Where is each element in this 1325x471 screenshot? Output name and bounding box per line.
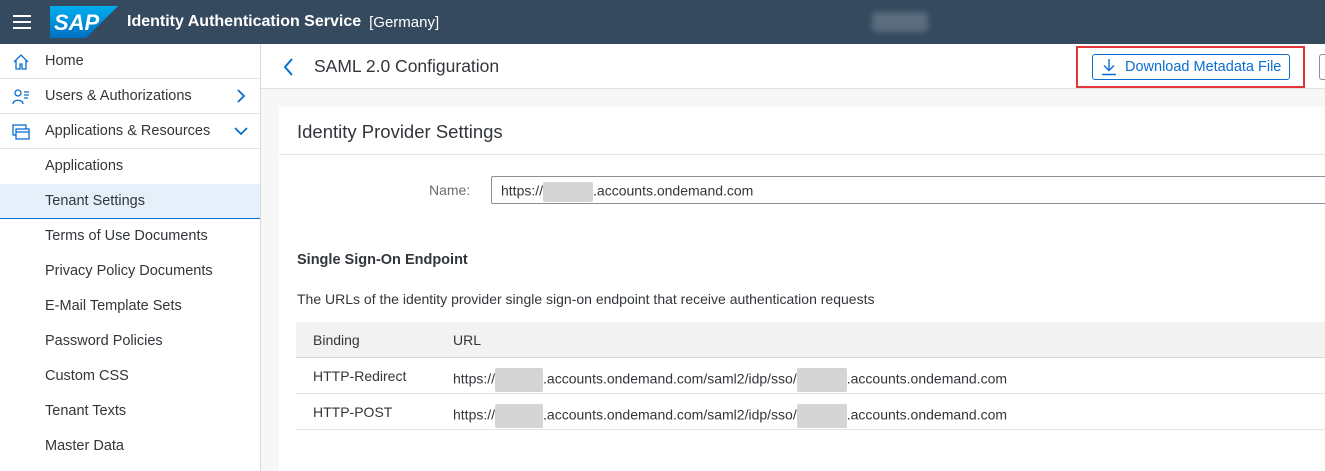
redacted-block: [796, 368, 847, 392]
column-header-url: URL: [453, 332, 482, 348]
name-prefix: https://: [501, 182, 544, 199]
overflow-button[interactable]: [1319, 54, 1325, 80]
app-title: Identity Authentication Service: [127, 13, 362, 30]
table-row[interactable]: HTTP-POST https:// .accounts.ondemand.com…: [296, 394, 1325, 430]
chevron-right-icon[interactable]: [234, 88, 248, 104]
url-prefix: https://: [453, 370, 496, 387]
sidebar-item-label: Applications & Resources: [45, 123, 211, 139]
shell-bar: SAP Identity Authentication Service [Ger…: [0, 0, 1325, 44]
sidebar-subitem-applications[interactable]: Applications: [0, 149, 260, 184]
url-mid: .accounts.ondemand.com/saml2/idp/sso/: [543, 406, 797, 423]
sidebar-subitem-label: Privacy Policy Documents: [45, 263, 213, 279]
sidebar-subitem-terms-of-use[interactable]: Terms of Use Documents: [0, 219, 260, 254]
sidebar-subitem-tenant-settings[interactable]: Tenant Settings: [0, 184, 260, 219]
sidebar-subitem-label: Master Data: [45, 438, 124, 454]
sidebar-subitem-tenant-texts[interactable]: Tenant Texts: [0, 394, 260, 429]
url-mid: .accounts.ondemand.com/saml2/idp/sso/: [543, 370, 797, 387]
sso-table: Binding URL HTTP-Redirect https:// .accou…: [296, 322, 1325, 430]
binding-cell: HTTP-Redirect: [313, 368, 407, 384]
sidebar-subitem-password-policies[interactable]: Password Policies: [0, 324, 260, 359]
sidebar-subitem-master-data[interactable]: Master Data: [0, 429, 260, 464]
sap-brand-text: SAP: [54, 10, 100, 35]
applications-icon: [12, 124, 30, 140]
url-suffix: .accounts.ondemand.com: [846, 370, 1008, 387]
redacted-block: [495, 368, 544, 392]
home-icon: [13, 54, 29, 70]
sidebar-subitem-email-templates[interactable]: E-Mail Template Sets: [0, 289, 260, 324]
name-suffix: .accounts.ondemand.com: [593, 182, 754, 199]
sidebar-subitem-label: Terms of Use Documents: [45, 228, 208, 244]
sidebar-item-home[interactable]: Home: [0, 44, 260, 79]
url-prefix: https://: [453, 406, 496, 423]
menu-icon[interactable]: [0, 0, 44, 44]
url-suffix: .accounts.ondemand.com: [846, 406, 1008, 423]
name-label: Name:: [429, 182, 471, 198]
sidebar-item-users-authorizations[interactable]: Users & Authorizations: [0, 79, 260, 114]
url-cell: https:// .accounts.ondemand.com/saml2/idp…: [453, 404, 1007, 428]
table-row[interactable]: HTTP-Redirect https:// .accounts.ondemand…: [296, 358, 1325, 394]
table-header: Binding URL: [296, 322, 1325, 358]
name-field[interactable]: https:// .accounts.ondemand.com: [491, 176, 1325, 204]
chevron-down-icon[interactable]: [234, 123, 248, 139]
sidebar-subitem-label: Tenant Texts: [45, 403, 127, 419]
binding-cell: HTTP-POST: [313, 404, 393, 420]
column-header-binding: Binding: [313, 332, 360, 348]
back-icon[interactable]: [279, 56, 299, 78]
sidebar-subitem-label: Custom CSS: [45, 368, 129, 384]
sidebar-subitem-privacy-policy[interactable]: Privacy Policy Documents: [0, 254, 260, 289]
redacted-block: [495, 404, 544, 428]
tenant-label: [Germany]: [369, 13, 440, 31]
sidebar-subitem-label: Tenant Settings: [45, 193, 145, 209]
sidebar-subitem-label: E-Mail Template Sets: [45, 298, 182, 314]
url-cell: https:// .accounts.ondemand.com/saml2/idp…: [453, 368, 1007, 392]
sidebar-subitem-label: Password Policies: [45, 333, 163, 349]
users-icon: [12, 89, 29, 105]
sidebar-item-label: Users & Authorizations: [45, 88, 192, 104]
sso-description: The URLs of the identity provider single…: [297, 291, 875, 307]
download-metadata-label: Download Metadata File: [1125, 59, 1282, 75]
panel-title: Identity Provider Settings: [297, 121, 503, 142]
page-header: SAML 2.0 Configuration Download Metadata…: [261, 44, 1325, 89]
sap-logo[interactable]: SAP: [50, 6, 118, 38]
page-title: SAML 2.0 Configuration: [314, 56, 500, 76]
sso-heading: Single Sign-On Endpoint: [297, 252, 468, 268]
sidebar-item-applications-resources[interactable]: Applications & Resources: [0, 114, 260, 149]
user-avatar[interactable]: [872, 12, 928, 32]
download-metadata-button[interactable]: Download Metadata File: [1092, 54, 1290, 80]
divider: [279, 154, 1325, 155]
sidebar-item-label: Home: [45, 53, 84, 69]
identity-provider-panel: Identity Provider Settings Name: https:/…: [279, 107, 1325, 471]
redacted-block: [796, 404, 847, 428]
redacted-block: [543, 182, 594, 202]
sidebar-subitem-label: Applications: [45, 158, 124, 174]
sidebar: Home Users & Authorizations Applications…: [0, 44, 261, 471]
download-icon: [1102, 59, 1116, 76]
sidebar-subitem-custom-css[interactable]: Custom CSS: [0, 359, 260, 394]
